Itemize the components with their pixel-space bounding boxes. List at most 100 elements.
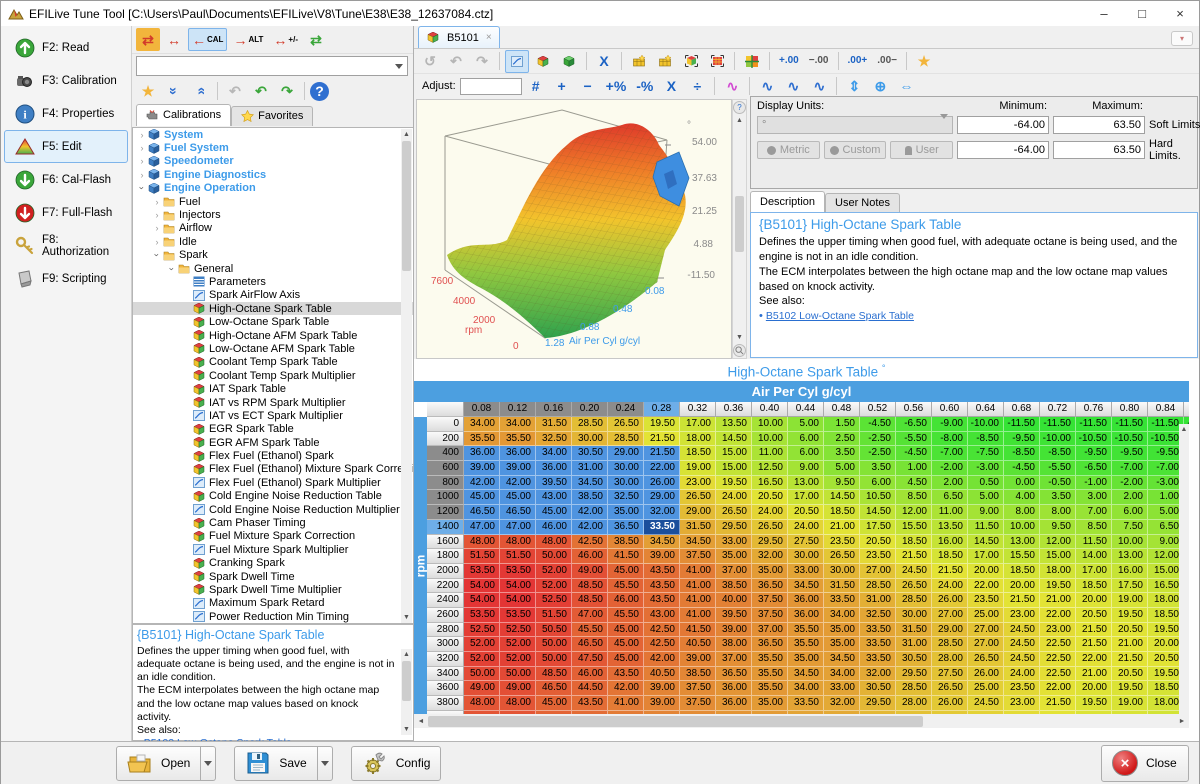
- table-cell[interactable]: -7.00: [1112, 461, 1148, 476]
- tree-chevron-icon[interactable]: ›: [137, 156, 147, 166]
- table-cell[interactable]: 43.00: [644, 608, 680, 623]
- table-cell[interactable]: 22.50: [1040, 667, 1076, 682]
- table-cell[interactable]: 32.00: [860, 667, 896, 682]
- table-cell[interactable]: 47.00: [572, 608, 608, 623]
- table-cell[interactable]: 39.00: [716, 623, 752, 638]
- tree-scrollbar[interactable]: ▲ ▼: [401, 129, 412, 623]
- row-decimal-minus-icon[interactable]: .00−: [873, 50, 901, 73]
- table-cell[interactable]: 13.00: [1004, 535, 1040, 550]
- table-cell[interactable]: 18.50: [932, 549, 968, 564]
- row-header[interactable]: 2000: [427, 564, 464, 579]
- tree-item-fuel-system[interactable]: ›Fuel System: [133, 141, 413, 154]
- table-cell[interactable]: -10.00: [968, 417, 1004, 432]
- table-cell[interactable]: 26.50: [824, 549, 860, 564]
- table-cell[interactable]: 29.00: [644, 490, 680, 505]
- table-cell[interactable]: 6.00: [860, 476, 896, 491]
- copy-to-alt-icon[interactable]: ↷: [275, 80, 299, 103]
- link-views-icon[interactable]: ⇄: [304, 28, 328, 51]
- maximize-button[interactable]: □: [1123, 1, 1161, 26]
- table-cell[interactable]: 31.00: [896, 637, 932, 652]
- table-cell[interactable]: 46.50: [500, 505, 536, 520]
- close-button[interactable]: × Close: [1101, 745, 1189, 782]
- table-cell[interactable]: 6.00: [1112, 505, 1148, 520]
- table-cell[interactable]: -2.50: [860, 432, 896, 447]
- row-header[interactable]: 3600: [427, 681, 464, 696]
- table-cell[interactable]: 37.50: [680, 549, 716, 564]
- resize-both-icon[interactable]: ⊕: [868, 75, 892, 98]
- table-cell[interactable]: 41.00: [680, 579, 716, 594]
- table-cell[interactable]: 20.50: [1112, 623, 1148, 638]
- table-cell[interactable]: -11.50: [1040, 417, 1076, 432]
- table-cell[interactable]: 45.00: [536, 696, 572, 711]
- col-header[interactable]: 0.20: [572, 402, 608, 417]
- table-cell[interactable]: 46.00: [536, 520, 572, 535]
- table-cell[interactable]: 26.00: [644, 476, 680, 491]
- table-cell[interactable]: 34.00: [536, 446, 572, 461]
- table-cell[interactable]: 30.00: [896, 608, 932, 623]
- select-table-icon[interactable]: [679, 50, 703, 73]
- compare-view-icon[interactable]: [557, 50, 581, 73]
- table-cell[interactable]: 45.00: [500, 490, 536, 505]
- table-cell[interactable]: -4.50: [896, 446, 932, 461]
- open-button[interactable]: Open: [116, 746, 201, 781]
- table-cell[interactable]: 28.50: [896, 593, 932, 608]
- table-cell[interactable]: 54.00: [464, 593, 500, 608]
- table-cell[interactable]: 41.50: [608, 549, 644, 564]
- table-cell[interactable]: 5.00: [824, 461, 860, 476]
- table-cell[interactable]: 42.50: [572, 535, 608, 550]
- table-cell[interactable]: 21.50: [1076, 637, 1112, 652]
- row-header[interactable]: 3200: [427, 652, 464, 667]
- table-cell[interactable]: 34.00: [500, 417, 536, 432]
- table-cell[interactable]: 26.50: [752, 520, 788, 535]
- table-cell[interactable]: 37.50: [680, 681, 716, 696]
- tab-close-icon[interactable]: ×: [486, 32, 492, 43]
- table-cell[interactable]: 36.00: [500, 446, 536, 461]
- table-cell[interactable]: 7.50: [1112, 520, 1148, 535]
- table-cell[interactable]: 15.00: [1040, 549, 1076, 564]
- table-cell[interactable]: 34.50: [572, 476, 608, 491]
- table-cell[interactable]: 5.00: [788, 417, 824, 432]
- tree-item-egr-spark-table[interactable]: EGR Spark Table: [133, 423, 413, 436]
- tree-item-egr-afm-spark-table[interactable]: EGR AFM Spark Table: [133, 436, 413, 449]
- table-cell[interactable]: 34.00: [464, 417, 500, 432]
- table-cell[interactable]: 36.50: [752, 579, 788, 594]
- table-cell[interactable]: 39.00: [500, 461, 536, 476]
- table-cell[interactable]: 50.00: [536, 549, 572, 564]
- table-cell[interactable]: 18.50: [1076, 579, 1112, 594]
- table-cell[interactable]: 17.50: [860, 520, 896, 535]
- row-header[interactable]: 1000: [427, 490, 464, 505]
- table-cell[interactable]: 20.50: [1076, 608, 1112, 623]
- description-scrollbar[interactable]: ▲ ▼: [401, 649, 412, 735]
- table-cell[interactable]: 45.00: [608, 623, 644, 638]
- sidebar-f2-read[interactable]: F2: Read: [4, 31, 128, 64]
- table-cell[interactable]: 13.50: [716, 417, 752, 432]
- table-cell[interactable]: -8.50: [1040, 446, 1076, 461]
- table-cell[interactable]: 33.00: [788, 564, 824, 579]
- hard-min-input[interactable]: [957, 141, 1049, 159]
- table-cell[interactable]: 13.50: [932, 520, 968, 535]
- chevron-down-icon[interactable]: [391, 64, 407, 69]
- table-cell[interactable]: 32.50: [536, 432, 572, 447]
- col-header[interactable]: 0.36: [716, 402, 752, 417]
- table-cell[interactable]: 21.50: [1112, 652, 1148, 667]
- tree-chevron-icon[interactable]: ›: [152, 197, 162, 207]
- table-cell[interactable]: 43.50: [644, 564, 680, 579]
- table-cell[interactable]: 38.50: [716, 579, 752, 594]
- table-cell[interactable]: 52.50: [464, 623, 500, 638]
- table-cell[interactable]: 27.00: [860, 564, 896, 579]
- smooth-row-icon[interactable]: ∿: [755, 75, 779, 98]
- table-cell[interactable]: 21.00: [824, 520, 860, 535]
- table-cell[interactable]: 37.00: [716, 652, 752, 667]
- table-cell[interactable]: 45.00: [608, 637, 644, 652]
- tab-b5101[interactable]: B5101 ×: [418, 26, 500, 48]
- table-cell[interactable]: -9.50: [1112, 446, 1148, 461]
- row-header[interactable]: 600: [427, 461, 464, 476]
- table-cell[interactable]: 25.00: [968, 608, 1004, 623]
- table-cell[interactable]: 22.00: [1040, 608, 1076, 623]
- table-cell[interactable]: 35.00: [716, 549, 752, 564]
- tree-chevron-icon[interactable]: ›: [137, 143, 147, 153]
- tree-item-iat-spark-table[interactable]: IAT Spark Table: [133, 382, 413, 395]
- save-button[interactable]: Save: [234, 746, 317, 781]
- soft-min-input[interactable]: [957, 116, 1049, 134]
- table-cell[interactable]: 39.00: [644, 549, 680, 564]
